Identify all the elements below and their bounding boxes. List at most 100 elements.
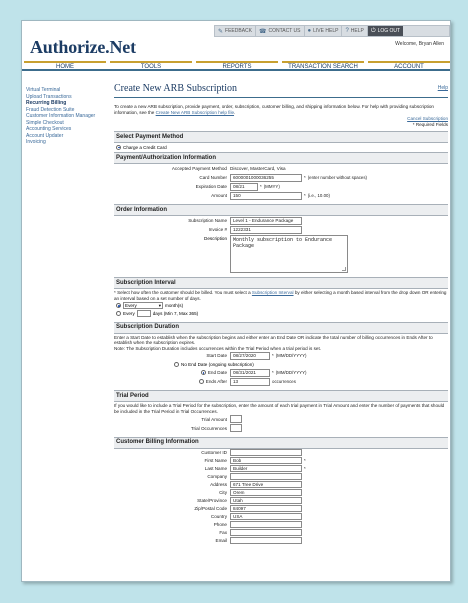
radio-end-date[interactable]: [200, 370, 206, 376]
utility-bar: ✎ FEEDBACK ☎ CONTACT US ● LIVE HELP ? HELP ⏻…: [214, 25, 450, 37]
radio-interval-days[interactable]: [116, 311, 121, 317]
nav-tools[interactable]: TOOLS: [110, 61, 192, 70]
chevron-down-icon: ▾: [158, 303, 161, 309]
subscription-name-input[interactable]: Level 1 - Endurance Package: [230, 217, 302, 225]
billing-row-phone: Phone: [114, 520, 448, 529]
resize-grip-icon[interactable]: [342, 267, 346, 272]
billing-row-address: Address 671 Tree Drive: [114, 480, 448, 489]
help-link[interactable]: Help: [438, 85, 448, 91]
logout-button[interactable]: ⏻ LOG OUT: [367, 26, 404, 36]
live-help-button[interactable]: ● LIVE HELP: [305, 26, 343, 36]
accepted-methods-row: Accepted Payment Method Discover, Master…: [171, 166, 286, 172]
email-input[interactable]: [230, 536, 302, 545]
nav-account[interactable]: ACCOUNT: [368, 61, 450, 70]
sidebar-item-virtual-terminal[interactable]: Virtual Terminal: [26, 87, 108, 93]
end-date-row: End Date 08/31/2021 * (MM/DD/YYYY): [114, 368, 448, 377]
first-name-input[interactable]: Bob: [230, 456, 302, 465]
title-divider: [114, 97, 448, 98]
card-number-row: Card Number 6000001000036255 * (enter nu…: [199, 174, 368, 182]
billing-row-customer-id: Customer ID: [114, 448, 448, 457]
nav-transaction-search[interactable]: TRANSACTION SEARCH: [282, 61, 364, 70]
country-input[interactable]: USA: [230, 512, 302, 521]
start-date-input[interactable]: 08/27/2020: [230, 352, 270, 360]
page-title: Create New ARB Subscription: [114, 83, 238, 94]
help-file-link[interactable]: Create New ARB Subscription help file: [156, 110, 234, 115]
ends-after-input[interactable]: 13: [230, 378, 270, 386]
trial-amount-input[interactable]: [230, 415, 242, 423]
sidebar-item-account-updater[interactable]: Account Updater: [26, 133, 108, 139]
nav-reports[interactable]: REPORTS: [196, 61, 278, 70]
company-input[interactable]: [230, 472, 302, 481]
logo: Authorize.Net: [30, 37, 136, 57]
duration-text: Enter a Start Date to establish when the…: [114, 334, 433, 346]
end-date-input[interactable]: 08/31/2021: [230, 369, 270, 377]
contact-icon: ☎: [258, 28, 267, 35]
subscription-name-row: Subscription Name Level 1 - Endurance Pa…: [114, 216, 448, 225]
sidebar-item-simple-checkout[interactable]: Simple Checkout: [26, 120, 108, 126]
start-date-row: Start Date 08/27/2020 * (MM/DD/YYYY): [206, 352, 307, 360]
section-billing: Customer Billing Information: [114, 436, 448, 449]
customer-id-input[interactable]: [230, 448, 302, 457]
interval-days-input[interactable]: [136, 310, 151, 318]
page-links: Cancel Subscription * Required Fields: [114, 116, 448, 127]
billing-row-state: State/Province Utah: [114, 496, 448, 505]
required-note: * Required Fields: [412, 121, 448, 127]
nav-home[interactable]: HOME: [24, 61, 106, 70]
ends-after-row: Ends After 13 occurrences: [114, 377, 448, 386]
feedback-button[interactable]: ✎ FEEDBACK: [215, 26, 256, 36]
charge-card-option[interactable]: Charge a Credit Card: [114, 143, 448, 151]
radio-interval-month[interactable]: [116, 303, 121, 309]
trial-amount-row: Trial Amount: [114, 415, 448, 424]
radio-charge-card[interactable]: [116, 144, 121, 150]
section-payment-method: Select Payment Method: [114, 131, 448, 144]
main-content: Create New ARB Subscription Help To crea…: [114, 83, 448, 545]
phone-input[interactable]: [230, 520, 302, 529]
last-name-input[interactable]: Builder: [230, 464, 302, 473]
feedback-icon: ✎: [218, 28, 224, 35]
billing-row-email: Email: [114, 536, 448, 545]
trial-occurrences-row: Trial Occurrences: [114, 424, 448, 433]
section-payment-info: Payment/Authorization Information: [114, 152, 448, 165]
sidebar-item-recurring-billing[interactable]: Recurring Billing: [26, 100, 108, 106]
sidebar-item-cim[interactable]: Customer Information Manager: [26, 113, 108, 119]
description-textarea[interactable]: Monthly subscription to Endurance Packag…: [230, 235, 348, 274]
sidebar-item-accounting[interactable]: Accounting Services: [26, 126, 108, 132]
billing-row-city: City Orem: [114, 488, 448, 497]
city-input[interactable]: Orem: [230, 488, 302, 497]
logout-icon: ⏻: [370, 27, 376, 34]
state-input[interactable]: Utah: [230, 496, 302, 505]
billing-row-company: Company: [114, 472, 448, 481]
interval-text: * Select how often the customer should b…: [114, 290, 447, 301]
radio-ends-after[interactable]: [198, 379, 204, 385]
billing-row-first-name: First Name Bob *: [204, 456, 306, 465]
sidebar-item-invoicing[interactable]: Invoicing: [26, 139, 108, 145]
intro-text: To create a new ARB subscription, provid…: [114, 104, 434, 115]
invoice-input[interactable]: 1222331: [230, 226, 302, 234]
sidebar-item-upload-transactions[interactable]: Upload Transactions: [26, 94, 108, 100]
main-nav: HOME TOOLS REPORTS TRANSACTION SEARCH AC…: [22, 61, 450, 71]
no-end-date-row: No End Date (ongoing subscription): [114, 360, 448, 368]
section-duration: Subscription Duration: [114, 321, 448, 334]
expiration-input[interactable]: 08/21: [230, 183, 258, 191]
interval-help-link[interactable]: Subscription Interval: [252, 290, 294, 295]
zip-input[interactable]: 84097: [230, 504, 302, 513]
card-number-input[interactable]: 6000001000036255: [230, 174, 302, 182]
trial-occurrences-input[interactable]: [230, 424, 242, 432]
section-interval: Subscription Interval: [114, 277, 448, 290]
chat-icon: ●: [307, 28, 312, 34]
help-button[interactable]: ? HELP: [342, 26, 368, 36]
fax-input[interactable]: [230, 528, 302, 537]
interval-days-row: Every days (Min 7, Max 365): [114, 310, 448, 318]
amount-input[interactable]: 150: [230, 192, 302, 200]
section-trial: Trial Period: [114, 390, 448, 403]
interval-month-select[interactable]: Every ▾: [123, 302, 163, 310]
description-row: Description Monthly subscription to Endu…: [114, 235, 448, 274]
help-icon: ?: [345, 28, 349, 34]
trial-text: If you would like to include a Trial Per…: [114, 403, 445, 414]
radio-no-end-date[interactable]: [174, 361, 179, 367]
billing-row-last-name: Last Name Builder *: [204, 464, 306, 473]
contact-us-button[interactable]: ☎ CONTACT US: [256, 26, 305, 36]
amount-row: Amount 150 * (i.e., 10.00): [211, 192, 330, 200]
sidebar-item-fraud-detection[interactable]: Fraud Detection Suite: [26, 107, 108, 113]
address-input[interactable]: 671 Tree Drive: [230, 480, 302, 489]
